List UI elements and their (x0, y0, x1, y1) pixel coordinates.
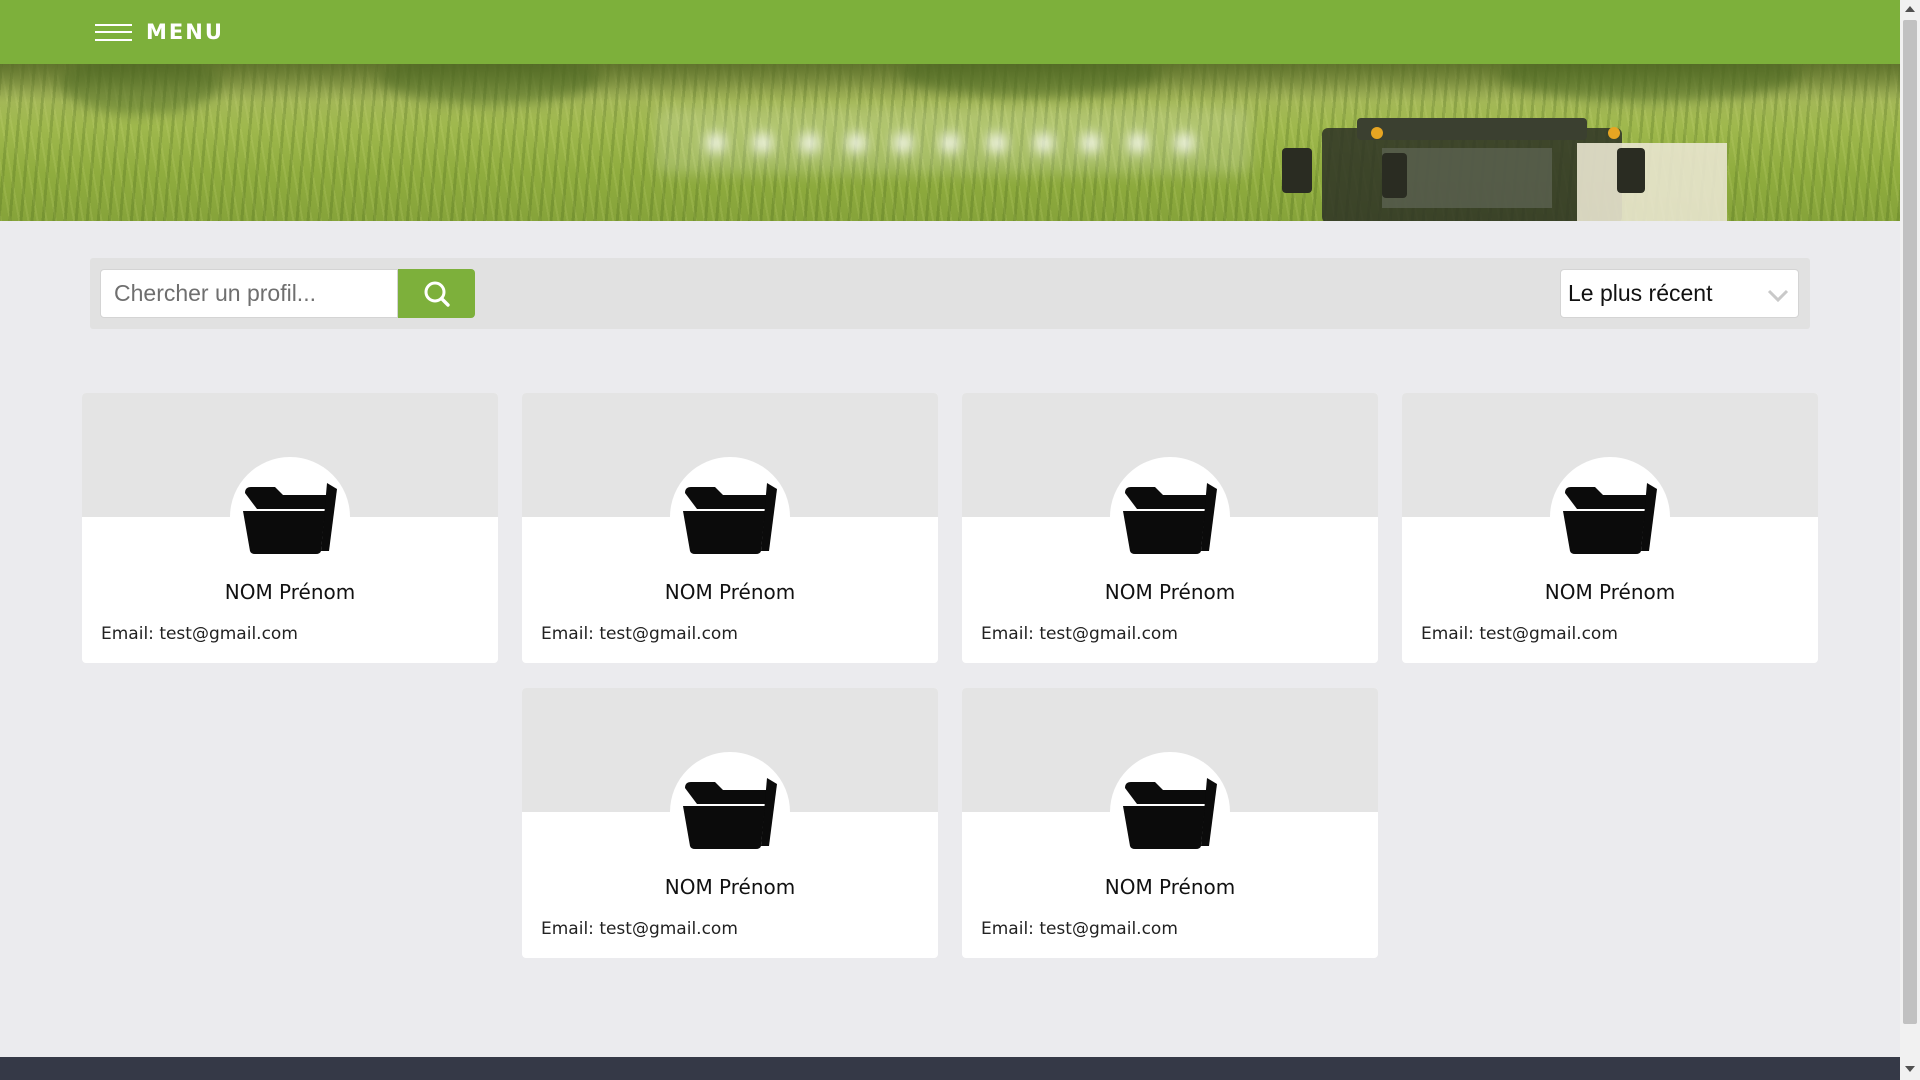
search-icon (424, 281, 450, 307)
card-avatar (1550, 457, 1670, 577)
profile-name: NOM Prénom (664, 875, 796, 899)
scrollbar-thumb[interactable] (1903, 20, 1917, 1024)
scroll-down-arrow-icon[interactable] (1905, 1066, 1915, 1072)
profile-email: test@gmail.com (599, 919, 738, 939)
profile-email-row: Email: test@gmail.com (101, 624, 298, 644)
card-avatar (670, 752, 790, 872)
tractor-image (1282, 118, 1727, 221)
email-label: Email: (981, 624, 1034, 644)
sort-select[interactable]: Le plus récent (1560, 269, 1799, 318)
chevron-down-icon (1767, 289, 1789, 303)
sort-selected-value: Le plus récent (1568, 280, 1713, 306)
hamburger-icon (95, 23, 132, 41)
folder-open-icon (683, 483, 777, 554)
profile-email-row: Email: test@gmail.com (541, 624, 738, 644)
blurred-banner-title: ▪ ▪ ▪ ▪ ▪ ▪ ▪ ▪ ▪ ▪ ▪ (655, 108, 1251, 174)
folder-open-icon (683, 778, 777, 849)
profile-name: NOM Prénom (664, 580, 796, 604)
menu-button[interactable]: MENU (95, 0, 224, 64)
folder-open-icon (243, 483, 337, 554)
profile-card[interactable]: NOM Prénom Email: test@gmail.com (1402, 393, 1818, 663)
profile-email: test@gmail.com (599, 624, 738, 644)
page-footer (0, 1057, 1900, 1080)
profile-card[interactable]: NOM Prénom Email: test@gmail.com (82, 393, 498, 663)
menu-label: MENU (146, 20, 224, 44)
hero-banner: ▪ ▪ ▪ ▪ ▪ ▪ ▪ ▪ ▪ ▪ ▪ (0, 64, 1900, 221)
email-label: Email: (101, 624, 154, 644)
scroll-up-arrow-icon[interactable] (1905, 6, 1915, 12)
profile-email-row: Email: test@gmail.com (1421, 624, 1618, 644)
filter-toolbar: Le plus récent (90, 258, 1810, 329)
folder-open-icon (1123, 778, 1217, 849)
card-avatar (1110, 457, 1230, 577)
profile-name: NOM Prénom (1544, 580, 1676, 604)
email-label: Email: (541, 624, 594, 644)
card-avatar (670, 457, 790, 577)
profile-card[interactable]: NOM Prénom Email: test@gmail.com (522, 393, 938, 663)
profile-email: test@gmail.com (159, 624, 298, 644)
profile-email-row: Email: test@gmail.com (981, 919, 1178, 939)
profile-card[interactable]: NOM Prénom Email: test@gmail.com (962, 688, 1378, 958)
email-label: Email: (1421, 624, 1474, 644)
email-label: Email: (981, 919, 1034, 939)
profile-name: NOM Prénom (1104, 875, 1236, 899)
profile-name: NOM Prénom (224, 580, 356, 604)
profile-search-input[interactable] (100, 269, 398, 318)
card-avatar (230, 457, 350, 577)
top-navbar: MENU (0, 0, 1900, 64)
card-avatar (1110, 752, 1230, 872)
folder-open-icon (1123, 483, 1217, 554)
folder-open-icon (1563, 483, 1657, 554)
profile-name: NOM Prénom (1104, 580, 1236, 604)
vertical-scrollbar[interactable] (1900, 0, 1920, 1080)
profile-card[interactable]: NOM Prénom Email: test@gmail.com (962, 393, 1378, 663)
profile-email-row: Email: test@gmail.com (541, 919, 738, 939)
email-label: Email: (541, 919, 594, 939)
profile-email-row: Email: test@gmail.com (981, 624, 1178, 644)
profile-email: test@gmail.com (1039, 919, 1178, 939)
profile-email: test@gmail.com (1039, 624, 1178, 644)
search-button[interactable] (398, 269, 475, 318)
profile-card[interactable]: NOM Prénom Email: test@gmail.com (522, 688, 938, 958)
profile-email: test@gmail.com (1479, 624, 1618, 644)
